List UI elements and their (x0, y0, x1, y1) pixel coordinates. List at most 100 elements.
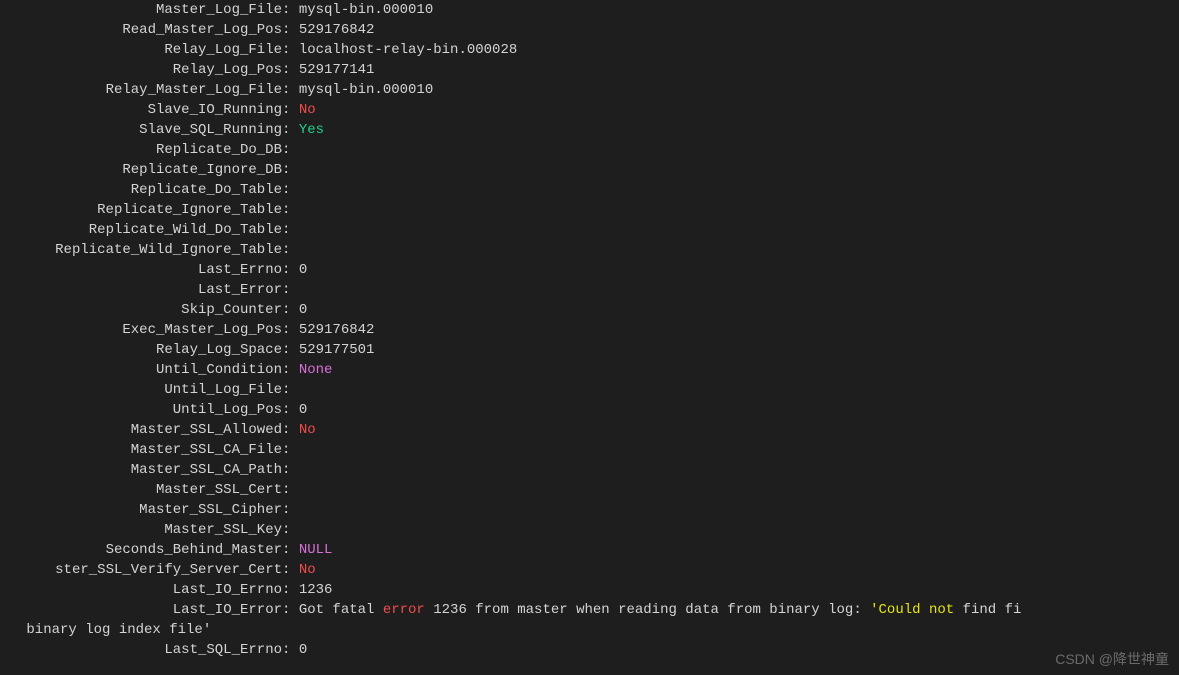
colon: : (282, 542, 299, 558)
status-label: Last_IO_Error (0, 600, 282, 620)
status-value: No (299, 562, 316, 578)
status-row: Relay_Log_File: localhost-relay-bin.0000… (0, 40, 1179, 60)
status-label: ster_SSL_Verify_Server_Cert (0, 560, 282, 580)
status-label: Master_SSL_Cert (0, 480, 282, 500)
status-value: 1236 (299, 582, 333, 598)
status-label: Relay_Master_Log_File (0, 80, 282, 100)
status-row: Last_Error: (0, 280, 1179, 300)
status-row: Master_SSL_Key: (0, 520, 1179, 540)
status-value: No (299, 422, 316, 438)
colon: : (282, 122, 299, 138)
status-label: Master_SSL_Key (0, 520, 282, 540)
status-label: Master_Log_File (0, 0, 282, 20)
colon: : (282, 362, 299, 378)
status-row: Until_Log_Pos: 0 (0, 400, 1179, 420)
status-label: Relay_Log_File (0, 40, 282, 60)
status-value: 0 (299, 642, 307, 658)
colon: : (282, 142, 299, 158)
colon: : (282, 502, 299, 518)
colon: : (282, 262, 299, 278)
colon: : (282, 522, 299, 538)
colon: : (282, 62, 299, 78)
status-label: Until_Condition (0, 360, 282, 380)
colon: : (282, 182, 299, 198)
colon: : (282, 382, 299, 398)
io-error-text: Got fatal (299, 602, 383, 618)
status-label: Read_Master_Log_Pos (0, 20, 282, 40)
io-error-text: 1236 from master when reading data from … (425, 602, 870, 618)
status-value: localhost-relay-bin.000028 (299, 42, 517, 58)
status-row: Replicate_Do_DB: (0, 140, 1179, 160)
status-label: Master_SSL_CA_Path (0, 460, 282, 480)
status-label: Exec_Master_Log_Pos (0, 320, 282, 340)
status-label: Replicate_Ignore_Table (0, 200, 282, 220)
status-row: Slave_SQL_Running: Yes (0, 120, 1179, 140)
status-label: Last_Errno (0, 260, 282, 280)
status-row: Master_SSL_Cipher: (0, 500, 1179, 520)
colon: : (282, 282, 299, 298)
status-row: ster_SSL_Verify_Server_Cert: No (0, 560, 1179, 580)
status-value: 529177141 (299, 62, 375, 78)
status-value: mysql-bin.000010 (299, 82, 433, 98)
status-row: Replicate_Wild_Ignore_Table: (0, 240, 1179, 260)
colon: : (282, 242, 299, 258)
status-label: Replicate_Ignore_DB (0, 160, 282, 180)
io-error-quote: ' (870, 602, 878, 618)
colon: : (282, 2, 299, 18)
status-label: Until_Log_File (0, 380, 282, 400)
status-label: Replicate_Wild_Do_Table (0, 220, 282, 240)
status-row: Until_Log_File: (0, 380, 1179, 400)
status-value: NULL (299, 542, 333, 558)
colon: : (282, 602, 299, 618)
status-label: Skip_Counter (0, 300, 282, 320)
status-label: Master_SSL_Cipher (0, 500, 282, 520)
status-value: None (299, 362, 333, 378)
status-value: Yes (299, 122, 324, 138)
status-value: 529176842 (299, 22, 375, 38)
status-row: Replicate_Do_Table: (0, 180, 1179, 200)
terminal-output[interactable]: Master_Log_File: mysql-bin.000010 Read_Ma… (0, 0, 1179, 660)
colon: : (282, 22, 299, 38)
colon: : (282, 102, 299, 118)
status-row: Skip_Counter: 0 (0, 300, 1179, 320)
colon: : (282, 582, 299, 598)
status-label: Seconds_Behind_Master (0, 540, 282, 560)
io-error-wrap-text: binary log index file' (18, 622, 211, 638)
status-label: Slave_IO_Running (0, 100, 282, 120)
colon: : (282, 402, 299, 418)
status-row-io-error: Last_IO_Error: Got fatal error 1236 from… (0, 600, 1179, 620)
colon: : (282, 202, 299, 218)
io-error-text: find fi (954, 602, 1021, 618)
status-label: Relay_Log_Space (0, 340, 282, 360)
colon: : (282, 482, 299, 498)
colon: : (282, 82, 299, 98)
colon: : (282, 222, 299, 238)
status-row: Last_Errno: 0 (0, 260, 1179, 280)
colon: : (282, 302, 299, 318)
colon: : (282, 562, 299, 578)
colon: : (282, 162, 299, 178)
io-error-keyword: error (383, 602, 425, 618)
status-label: Master_SSL_CA_File (0, 440, 282, 460)
status-row: Master_SSL_Allowed: No (0, 420, 1179, 440)
colon: : (282, 342, 299, 358)
status-label: Until_Log_Pos (0, 400, 282, 420)
status-label: Last_IO_Errno (0, 580, 282, 600)
status-value: No (299, 102, 316, 118)
status-label: Replicate_Do_DB (0, 140, 282, 160)
status-row: Read_Master_Log_Pos: 529176842 (0, 20, 1179, 40)
colon: : (282, 322, 299, 338)
io-error-quoted: Could not (879, 602, 955, 618)
status-row: Exec_Master_Log_Pos: 529176842 (0, 320, 1179, 340)
status-row: Last_SQL_Errno: 0 (0, 640, 1179, 660)
status-label: Last_SQL_Errno (0, 640, 282, 660)
colon: : (282, 442, 299, 458)
status-value: 0 (299, 402, 307, 418)
status-row: Replicate_Ignore_Table: (0, 200, 1179, 220)
status-label: Replicate_Wild_Ignore_Table (0, 240, 282, 260)
status-label: Replicate_Do_Table (0, 180, 282, 200)
status-value: 0 (299, 262, 307, 278)
status-row: Seconds_Behind_Master: NULL (0, 540, 1179, 560)
status-row: Relay_Master_Log_File: mysql-bin.000010 (0, 80, 1179, 100)
colon: : (282, 462, 299, 478)
